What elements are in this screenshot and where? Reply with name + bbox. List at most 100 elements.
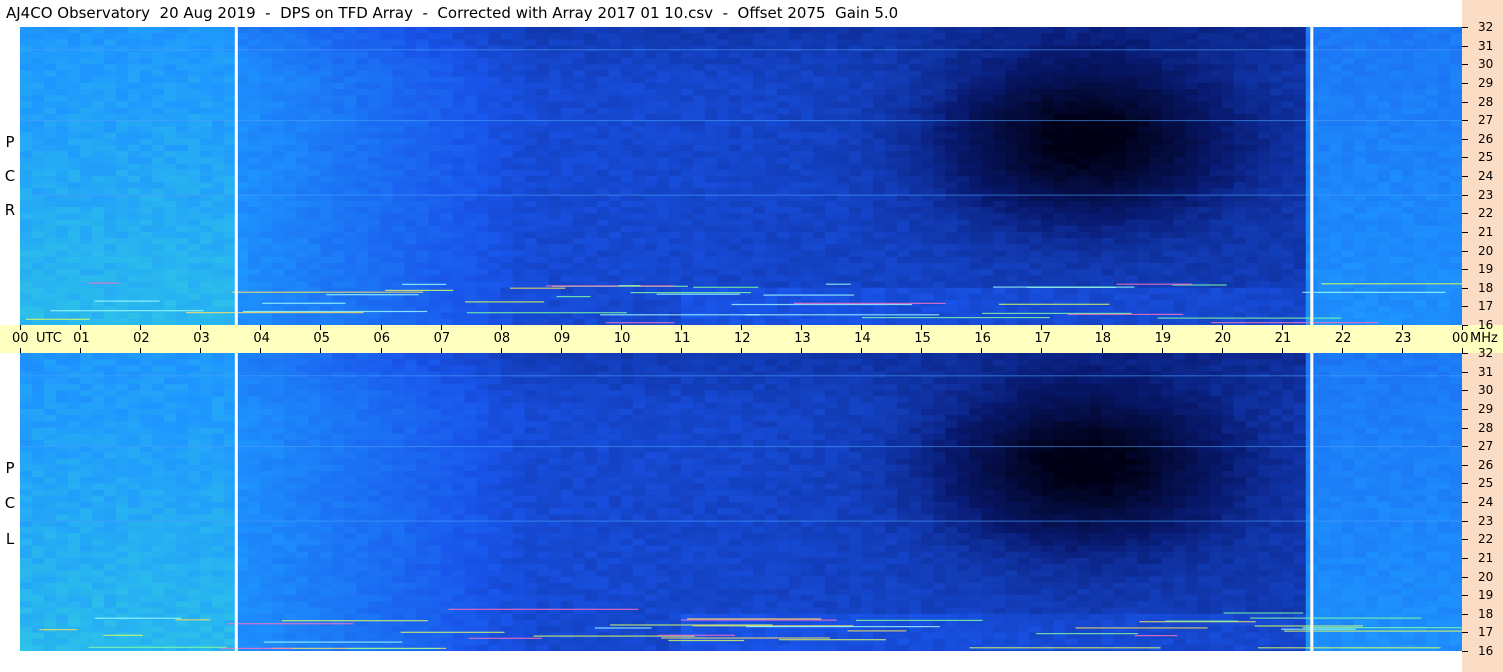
heatmap-cell bbox=[356, 176, 370, 183]
heatmap-cell bbox=[1041, 188, 1055, 196]
heatmap-cell bbox=[152, 70, 165, 78]
heatmap-cell bbox=[644, 256, 658, 264]
heatmap-cell bbox=[548, 89, 562, 96]
heatmap-cell bbox=[1137, 176, 1151, 183]
heatmap-cell bbox=[20, 120, 33, 127]
heatmap-cell bbox=[80, 27, 93, 34]
heatmap-cell bbox=[632, 151, 646, 158]
heatmap-cell bbox=[560, 244, 574, 252]
heatmap-cell bbox=[488, 76, 502, 84]
heatmap-cell bbox=[392, 176, 406, 183]
heatmap-cell bbox=[68, 262, 81, 270]
heatmap-cell bbox=[1101, 76, 1115, 84]
heatmap-cell bbox=[188, 163, 201, 171]
heatmap-cell bbox=[428, 244, 442, 252]
heatmap-cell bbox=[404, 70, 418, 78]
heatmap-cell bbox=[1137, 45, 1151, 53]
heatmap-cell bbox=[1233, 144, 1247, 152]
heatmap-cell bbox=[500, 107, 514, 115]
heatmap-cell bbox=[1029, 89, 1043, 96]
heatmap-cell bbox=[1089, 231, 1103, 239]
heatmap-cell bbox=[741, 231, 754, 239]
heatmap-cell bbox=[296, 58, 309, 65]
heatmap-cell bbox=[188, 300, 201, 307]
heatmap-cell bbox=[969, 107, 982, 115]
heatmap-cell bbox=[212, 287, 225, 295]
heatmap-cell bbox=[1113, 176, 1127, 183]
heatmap-cell bbox=[897, 182, 910, 190]
heatmap-cell bbox=[1209, 144, 1223, 152]
heatmap-cell bbox=[596, 95, 610, 103]
heatmap-cell bbox=[680, 244, 694, 252]
heatmap-cell bbox=[644, 225, 658, 233]
heatmap-cell bbox=[668, 182, 682, 190]
heatmap-cell bbox=[488, 51, 502, 59]
heatmap-cell bbox=[849, 275, 862, 283]
heatmap-cell bbox=[945, 176, 958, 183]
heatmap-cell bbox=[548, 51, 562, 59]
heatmap-cell bbox=[188, 200, 201, 208]
heatmap-cell bbox=[272, 287, 285, 295]
heatmap-cell bbox=[608, 39, 622, 47]
heatmap-cell bbox=[488, 144, 502, 152]
heatmap-cell bbox=[1221, 256, 1235, 264]
heatmap-cell bbox=[140, 120, 153, 127]
heatmap-cell bbox=[596, 275, 610, 283]
heatmap-cell bbox=[32, 163, 45, 171]
heatmap-cell bbox=[260, 262, 273, 270]
heatmap-cell bbox=[981, 132, 994, 140]
heatmap-cell bbox=[1233, 95, 1247, 103]
heatmap-cell bbox=[320, 151, 334, 158]
heatmap-cell bbox=[1257, 144, 1271, 152]
heatmap-cell bbox=[116, 250, 129, 258]
heatmap-cell bbox=[1149, 244, 1163, 252]
heatmap-cell bbox=[1041, 89, 1055, 96]
heatmap-cell bbox=[464, 275, 478, 283]
heatmap-cell bbox=[44, 244, 57, 252]
heatmap-cell bbox=[1185, 225, 1199, 233]
heatmap-cell bbox=[32, 312, 45, 320]
heatmap-cell bbox=[969, 250, 982, 258]
heatmap-cell bbox=[632, 207, 646, 214]
heatmap-cell bbox=[116, 95, 129, 103]
heatmap-cell bbox=[164, 275, 177, 283]
heatmap-cell bbox=[753, 33, 766, 41]
heatmap-cell bbox=[1197, 151, 1211, 158]
heatmap-cell bbox=[692, 256, 706, 264]
heatmap-cell bbox=[644, 281, 658, 289]
heatmap-cell bbox=[308, 238, 322, 245]
heatmap-cell bbox=[560, 269, 574, 276]
heatmap-cell bbox=[32, 250, 45, 258]
heatmap-cell bbox=[957, 33, 970, 41]
heatmap-cell bbox=[44, 293, 57, 301]
heatmap-cell bbox=[704, 151, 718, 158]
heatmap-cell bbox=[849, 312, 862, 320]
heatmap-cell bbox=[1221, 225, 1235, 233]
heatmap-cell bbox=[332, 194, 346, 202]
heatmap-cell bbox=[1005, 275, 1018, 283]
heatmap-cell bbox=[176, 27, 189, 34]
heatmap-cell bbox=[1173, 293, 1187, 301]
heatmap-cell bbox=[404, 250, 418, 258]
heatmap-cell bbox=[188, 238, 201, 245]
heatmap-cell bbox=[476, 207, 490, 214]
heatmap-cell bbox=[813, 207, 826, 214]
heatmap-cell bbox=[644, 238, 658, 245]
heatmap-cell bbox=[981, 82, 994, 90]
heatmap-cell bbox=[1017, 27, 1030, 34]
heatmap-cell bbox=[632, 120, 646, 127]
heatmap-cell bbox=[813, 138, 826, 146]
heatmap-cell bbox=[116, 269, 129, 276]
heatmap-cell bbox=[1185, 82, 1199, 90]
heatmap-cell bbox=[392, 89, 406, 96]
heatmap-cell bbox=[1113, 58, 1127, 65]
heatmap-cell bbox=[969, 238, 982, 245]
heatmap-cell bbox=[200, 138, 213, 146]
heatmap-cell bbox=[248, 132, 261, 140]
heatmap-cell bbox=[632, 269, 646, 276]
heatmap-cell bbox=[981, 58, 994, 65]
heatmap-cell bbox=[404, 306, 418, 314]
heatmap-cell bbox=[476, 39, 490, 47]
heatmap-cell bbox=[452, 39, 466, 47]
heatmap-cell bbox=[1017, 157, 1030, 165]
